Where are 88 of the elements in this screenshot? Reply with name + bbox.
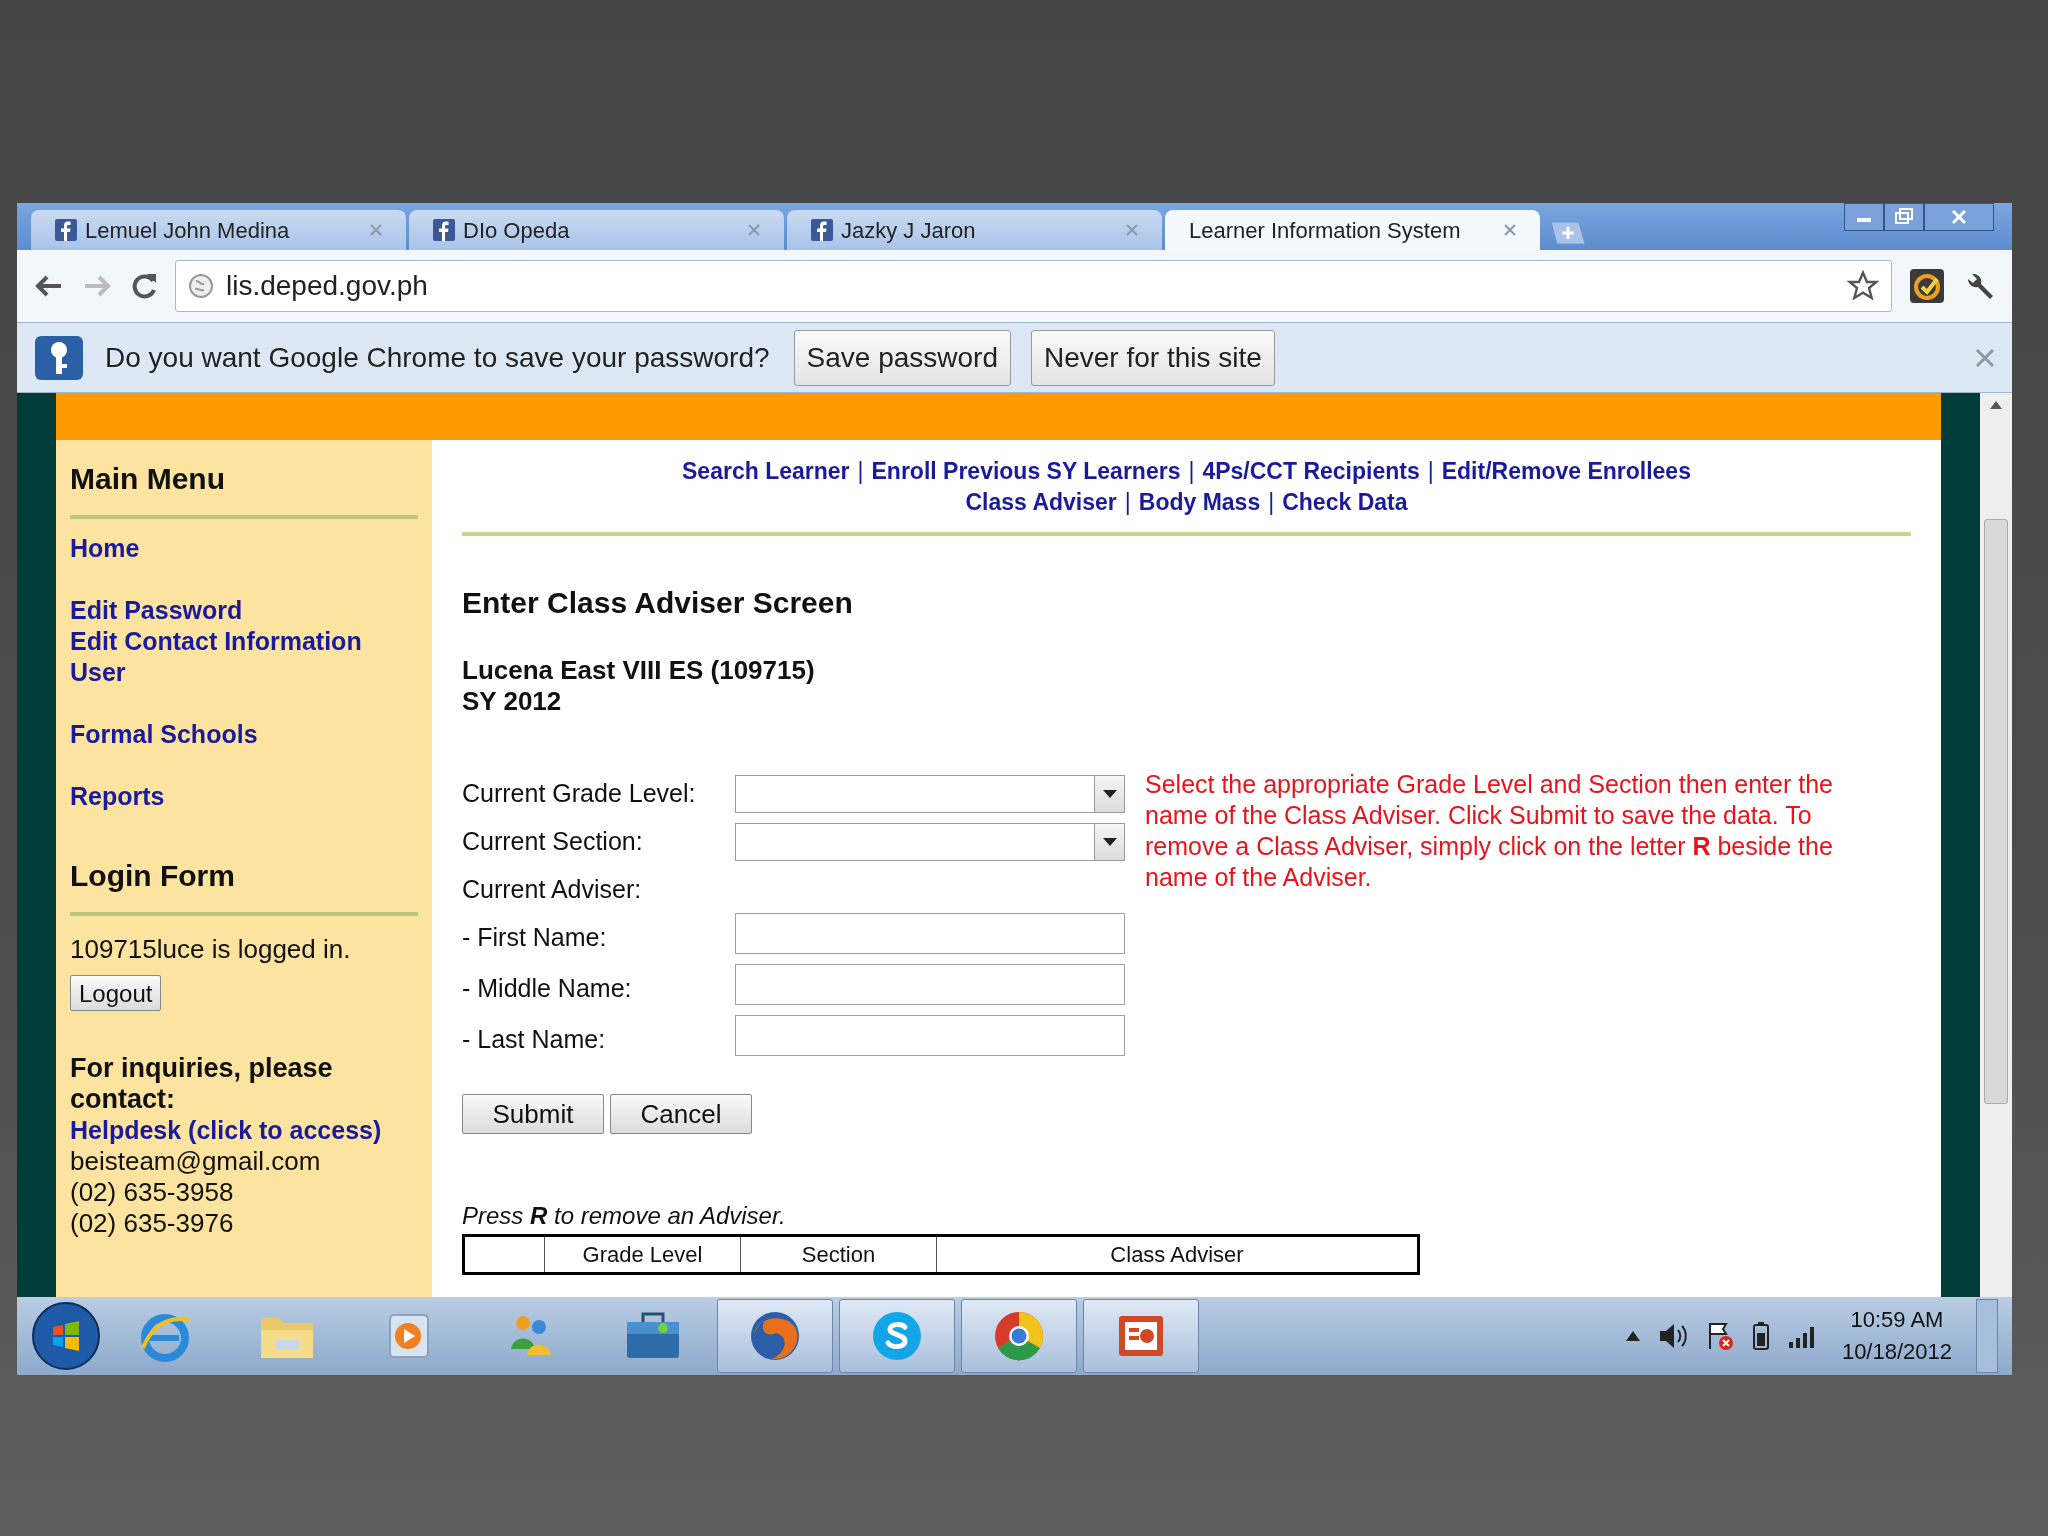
- browser-tab[interactable]: Learner Information System: [1165, 210, 1540, 250]
- facebook-icon: [55, 219, 77, 241]
- menu-link[interactable]: Reports: [70, 781, 418, 812]
- new-tab-icon[interactable]: [1547, 220, 1587, 246]
- close-icon[interactable]: [1924, 203, 1994, 231]
- tab-title: Lemuel John Medina: [85, 216, 291, 245]
- text-field[interactable]: [735, 964, 1125, 1005]
- tab-title: Jazky J Jaron: [841, 216, 977, 245]
- table-header-cell: Grade Level: [545, 1237, 741, 1272]
- login-status: 109715luce is logged in.: [70, 933, 352, 966]
- nav-separator: |: [1188, 457, 1195, 486]
- table-header-cell: Section: [741, 1237, 937, 1272]
- star-icon[interactable]: [1847, 270, 1879, 302]
- nav-separator: |: [1268, 488, 1275, 517]
- infobar-message: Do you want Google Chrome to save your password?: [105, 340, 770, 375]
- sidebar-heading: Login Form: [70, 858, 236, 894]
- text-field[interactable]: [735, 1015, 1125, 1056]
- menu-link[interactable]: User: [70, 657, 418, 688]
- browser-tab[interactable]: DIo Opeda: [409, 210, 784, 250]
- school-year: SY 2012: [462, 686, 563, 717]
- sidebar-heading: Main Menu: [70, 461, 226, 497]
- key-icon: [33, 333, 85, 382]
- field-label: Current Adviser:: [462, 874, 643, 905]
- infobar-button[interactable]: Never for this site: [1031, 329, 1275, 386]
- caret-icon: [1102, 790, 1117, 798]
- form-button[interactable]: Submit: [462, 1094, 604, 1134]
- scroll-up-icon[interactable]: [1990, 401, 2002, 409]
- dropdown-field[interactable]: [735, 775, 1125, 813]
- field-label: - Middle Name:: [462, 973, 633, 1004]
- menu-link[interactable]: Formal Schools: [70, 719, 418, 750]
- helpdesk-link[interactable]: Helpdesk (click to access): [70, 1115, 418, 1146]
- text-field[interactable]: [735, 913, 1125, 954]
- help-text: Select the appropriate Grade Level and Section then enter the name of the Class Adviser. Click Submit to save the data. To remove a Class Adviser, simply click on the letter R beside the name of the Adviser.: [1145, 769, 1834, 893]
- menu-link[interactable]: Home: [70, 533, 418, 564]
- table-header-cell-text: Class Adviser: [1109, 1241, 1245, 1269]
- contact-heading: For inquiries, please contact:: [70, 1053, 334, 1115]
- url-text: lis.deped.gov.ph: [226, 269, 429, 303]
- nav-link[interactable]: 4Ps/CCT Recipients: [1202, 456, 1420, 487]
- clock-time: 10:59 AM: [1850, 1306, 1944, 1334]
- taskbar-app[interactable]: [839, 1299, 955, 1373]
- taskbar-app[interactable]: [717, 1299, 833, 1373]
- menu-link[interactable]: Edit Contact Information: [70, 626, 418, 657]
- caret-icon: [1102, 838, 1117, 846]
- page-title: Enter Class Adviser Screen: [462, 585, 854, 621]
- field-label: - First Name:: [462, 922, 608, 953]
- field-label: Current Section:: [462, 826, 644, 857]
- dropdown-field[interactable]: [735, 823, 1125, 861]
- nav-link[interactable]: Enroll Previous SY Learners: [871, 456, 1181, 487]
- show-desktop-button[interactable]: [1976, 1299, 1998, 1373]
- taskbar-app[interactable]: [961, 1299, 1077, 1373]
- facebook-icon: [433, 219, 455, 241]
- clock[interactable]: 10:59 AM 10/18/2012: [1841, 1304, 1952, 1368]
- contact-line: (02) 635-3958: [70, 1177, 235, 1208]
- contact-line: (02) 635-3976: [70, 1208, 235, 1239]
- field-label: - Last Name:: [462, 1024, 607, 1055]
- nav-link[interactable]: Edit/Remove Enrollees: [1441, 456, 1691, 487]
- tray-arrow-icon[interactable]: [1625, 1331, 1640, 1341]
- browser-tab[interactable]: Jazky J Jaron: [787, 210, 1162, 250]
- nav-separator: |: [1124, 488, 1131, 517]
- nav-link[interactable]: Search Learner: [682, 456, 850, 487]
- battery-icon[interactable]: [1751, 1321, 1770, 1351]
- nav-link[interactable]: Body Mass: [1138, 487, 1261, 518]
- extension-icon[interactable]: [1908, 267, 1946, 305]
- logout-button[interactable]: Logout: [70, 975, 162, 1011]
- restore-icon[interactable]: [1884, 203, 1924, 231]
- menu-link[interactable]: Edit Password: [70, 595, 418, 626]
- nav-separator: |: [857, 457, 864, 486]
- scrollbar[interactable]: [1980, 393, 2012, 1297]
- table-note: Press R to remove an Adviser.: [462, 1201, 787, 1231]
- browser-tab[interactable]: Lemuel John Medina: [31, 210, 406, 250]
- speaker-icon[interactable]: [1657, 1322, 1688, 1350]
- school-name: Lucena East VIII ES (109715): [462, 655, 816, 686]
- clock-date: 10/18/2012: [1841, 1338, 1952, 1366]
- form-button[interactable]: Cancel: [610, 1094, 752, 1134]
- infobar-button[interactable]: Save password: [793, 329, 1011, 386]
- tab-title: DIo Opeda: [463, 216, 571, 245]
- facebook-icon: [811, 219, 833, 241]
- taskbar-app[interactable]: [1083, 1299, 1199, 1373]
- tab-title: Learner Information System: [1189, 216, 1462, 245]
- nav-link[interactable]: Class Adviser: [965, 487, 1117, 518]
- start-orb-icon[interactable]: [31, 1301, 101, 1371]
- nav-link[interactable]: Check Data: [1282, 487, 1408, 518]
- field-label: Current Grade Level:: [462, 778, 697, 809]
- contact-line: beisteam@gmail.com: [70, 1146, 322, 1177]
- address-bar[interactable]: lis.deped.gov.ph: [175, 260, 1892, 312]
- minimize-icon[interactable]: [1844, 203, 1884, 231]
- globe-icon: [188, 273, 214, 299]
- nav-separator: |: [1427, 457, 1434, 486]
